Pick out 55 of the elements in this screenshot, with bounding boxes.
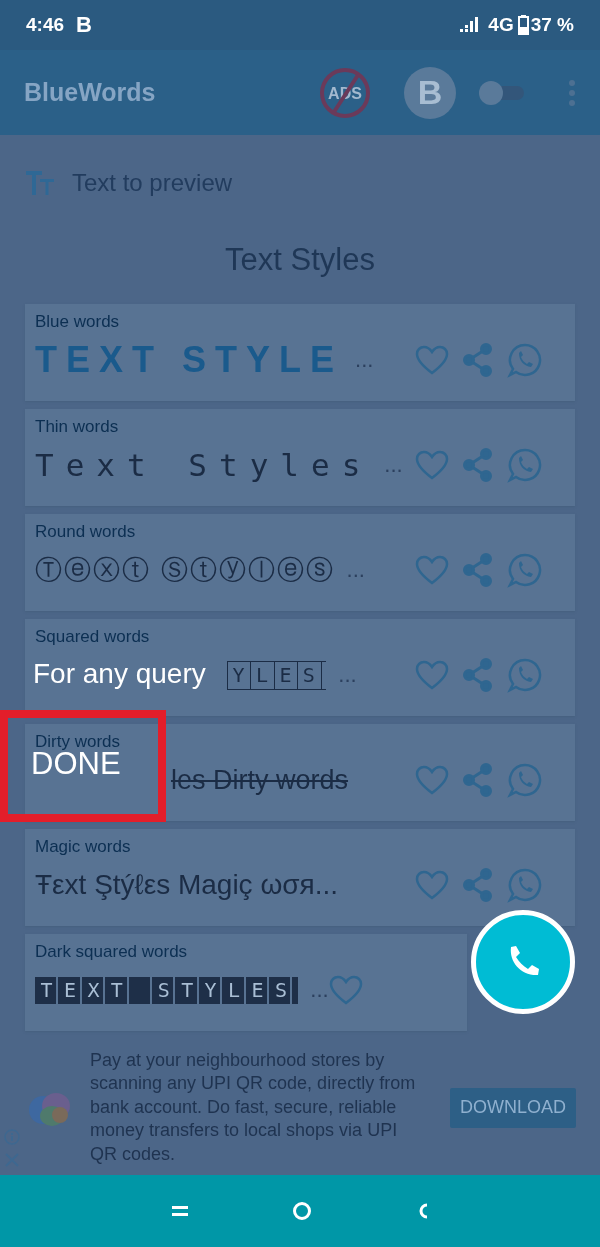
avatar[interactable]: B [404, 66, 456, 119]
heart-icon[interactable] [415, 660, 449, 690]
download-button[interactable]: DOWNLOAD [450, 1087, 576, 1128]
more-text: ... [310, 977, 329, 1003]
share-icon[interactable] [463, 448, 493, 482]
styled-text: TEXT STYLES [35, 976, 299, 1004]
heart-icon[interactable] [415, 555, 449, 585]
share-icon[interactable] [463, 868, 493, 902]
whatsapp-icon[interactable] [507, 657, 543, 693]
style-card[interactable]: Dark squared words TEXT STYLES ... [25, 934, 467, 1031]
heart-icon[interactable] [415, 870, 449, 900]
clock-time: 4:46 [26, 14, 65, 36]
styled-text: Text Styles [35, 447, 373, 483]
style-card[interactable]: Thin words Text Styles ... [25, 409, 575, 506]
network-type: 4G [488, 14, 514, 36]
notification-icon: B [76, 12, 92, 38]
share-icon[interactable] [463, 658, 493, 692]
style-card[interactable]: Blue words TEXT STYLE ... [25, 304, 575, 401]
style-label: Dirty words [35, 732, 120, 752]
whatsapp-icon[interactable] [507, 552, 543, 588]
styled-text: TEXT STYLE [35, 339, 344, 381]
text-size-icon [26, 170, 56, 195]
whatsapp-icon[interactable] [507, 447, 543, 483]
styled-text: Ⓣⓔⓧⓣ Ⓢⓣⓨⓛⓔⓢ [35, 554, 335, 587]
share-icon[interactable] [463, 763, 493, 797]
style-label: Squared words [35, 627, 150, 647]
ad-text: Pay at your neighbourhood stores by scanning any UPI QR code, directly from bank account. Do fast, secure, reliable money transfers to local shops via UPI QR codes. [90, 1048, 417, 1166]
styled-text: les Dirty words [171, 764, 349, 796]
battery-level: 37 % [530, 14, 574, 36]
style-label: Thin words [35, 417, 119, 437]
whatsapp-icon[interactable] [507, 342, 543, 378]
tooltip-text: For any query [33, 658, 206, 690]
home-icon[interactable] [292, 1201, 312, 1221]
style-card[interactable]: Magic words Ŧεxt Ştýℓεs Magiç ωσя... [25, 829, 575, 926]
style-label: Round words [35, 522, 136, 542]
style-label: Blue words [35, 312, 120, 332]
styled-text: Ŧεxt Ştýℓεs Magiç ωσя... [35, 869, 339, 901]
share-icon[interactable] [463, 553, 493, 587]
more-text: ... [346, 557, 365, 583]
heart-icon[interactable] [415, 345, 449, 375]
more-text: ... [338, 662, 357, 688]
heart-icon[interactable] [415, 765, 449, 795]
share-icon[interactable] [463, 343, 493, 377]
menu-icon[interactable] [172, 1205, 188, 1217]
whatsapp-icon[interactable] [507, 762, 543, 798]
whatsapp-icon[interactable] [507, 867, 543, 903]
more-text: ... [384, 452, 403, 478]
style-label: Dark squared words [35, 942, 188, 962]
more-text: ... [355, 347, 374, 373]
app-title: BlueWords [24, 78, 157, 107]
heart-icon[interactable] [328, 975, 363, 1005]
battery-icon [517, 15, 529, 35]
heart-icon[interactable] [415, 450, 449, 480]
style-card[interactable]: Round words Ⓣⓔⓧⓣ Ⓢⓣⓨⓛⓔⓢ ... [25, 514, 575, 611]
style-label: Magic words [35, 837, 131, 857]
